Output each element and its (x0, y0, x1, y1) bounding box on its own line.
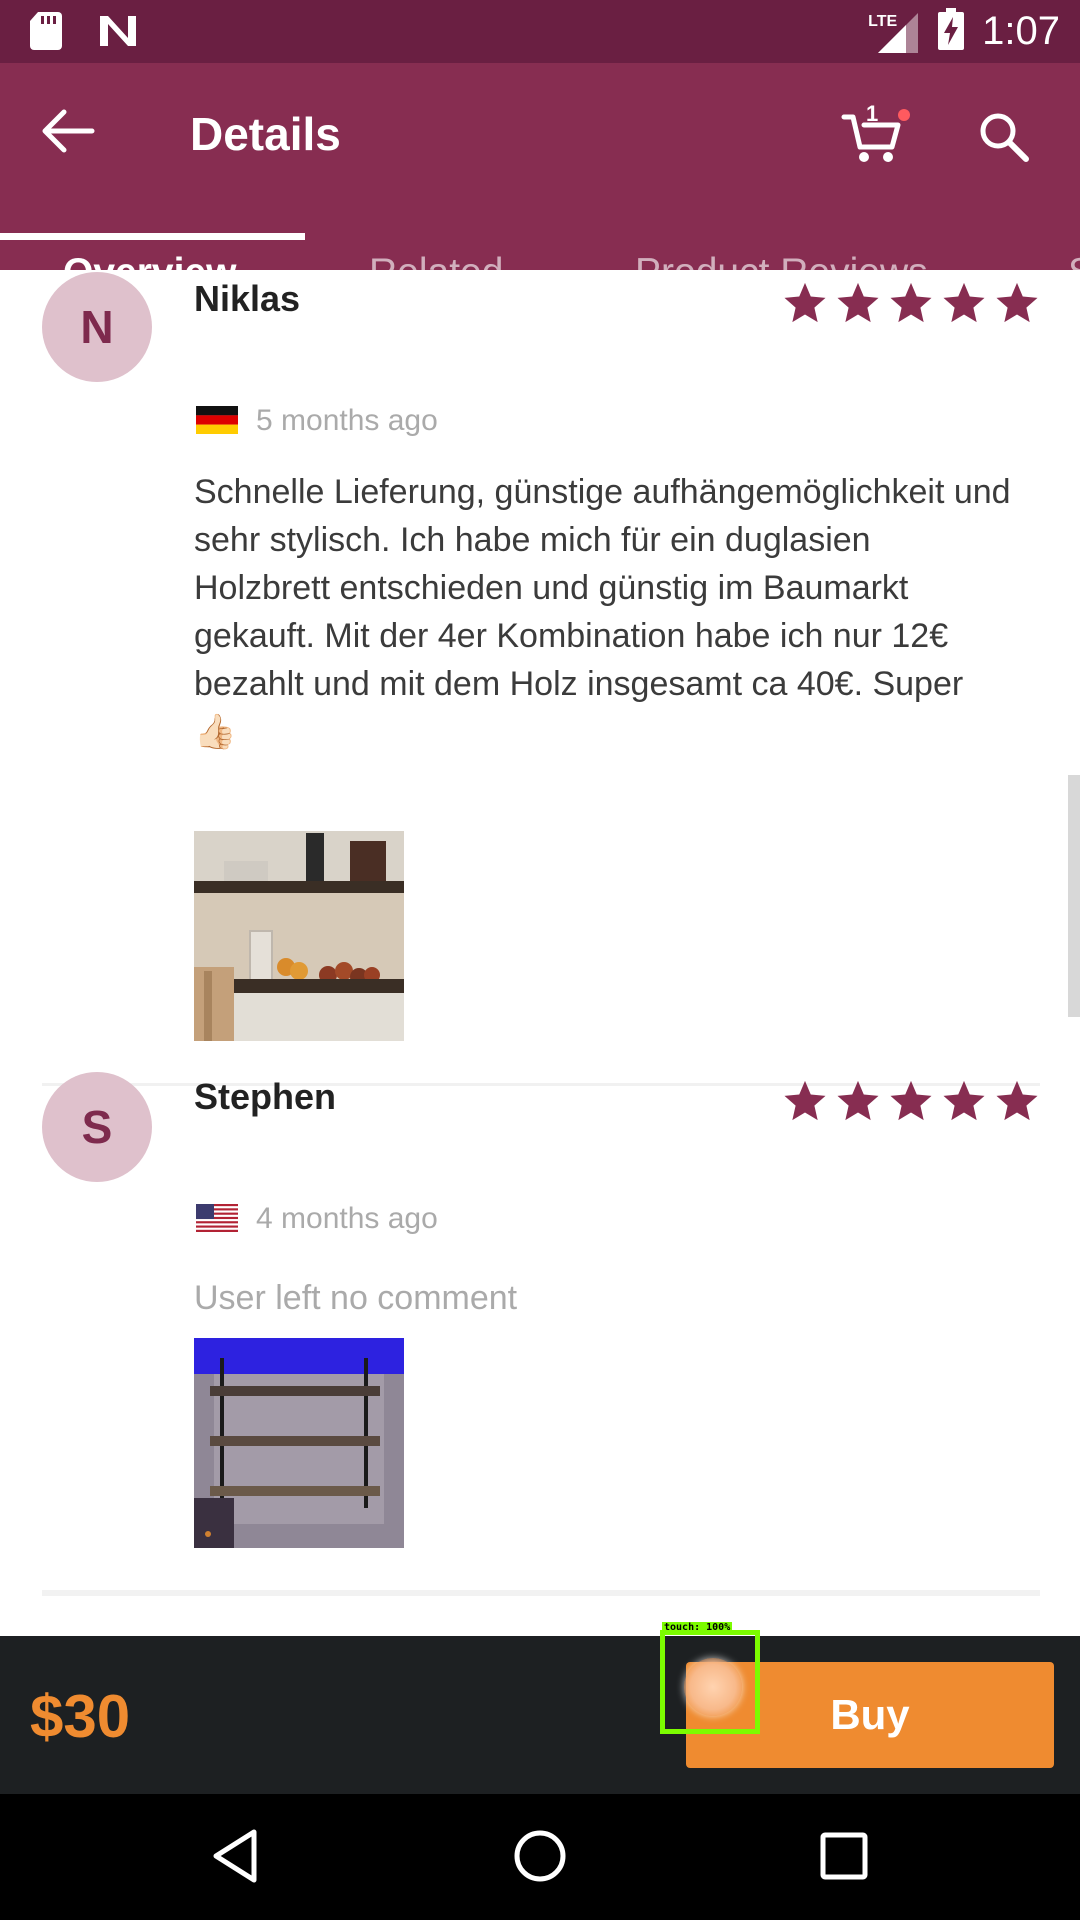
lte-signal-icon: LTE (868, 9, 920, 55)
star-icon (837, 1080, 879, 1121)
review-text: Schnelle Lieferung, günstige aufhängemög… (194, 473, 1011, 751)
reviewer-name: Stephen (194, 1076, 337, 1117)
usa-flag-icon (196, 1204, 238, 1232)
star-rating (782, 280, 1040, 326)
star-icon (784, 282, 826, 323)
status-bar: LTE 1:07 (0, 0, 1080, 63)
review-photo[interactable] (194, 831, 404, 1041)
review-time: 4 months ago (256, 1202, 438, 1235)
battery-charging-icon (938, 8, 965, 55)
star-icon (943, 282, 985, 323)
nav-recents-icon[interactable] (814, 1826, 874, 1886)
nav-back-icon[interactable] (206, 1826, 266, 1886)
reviews-list[interactable]: N Niklas 5 months ago Schnelle Lieferung… (0, 270, 1080, 1636)
touch-point (684, 1658, 742, 1716)
star-icon (890, 1080, 932, 1121)
review-photo[interactable] (194, 1338, 404, 1548)
scrollbar[interactable] (1068, 775, 1080, 1017)
review-divider (42, 1590, 1040, 1596)
search-icon[interactable] (978, 111, 1030, 163)
avatar: S (42, 1072, 152, 1182)
star-rating (782, 1078, 1040, 1124)
back-arrow-icon[interactable] (40, 109, 100, 153)
germany-flag-icon (196, 406, 238, 434)
page-title: Details (190, 108, 341, 160)
reviewer-name: Niklas (194, 278, 301, 319)
buy-bar: $30 Buy (0, 1636, 1080, 1794)
touch-indicator-label: touch: 100% (662, 1622, 733, 1633)
price: $30 (30, 1683, 131, 1750)
star-icon (837, 282, 879, 323)
app-bar: Details 1 Overview Related Product Revie… (0, 63, 1080, 294)
star-icon (996, 282, 1038, 323)
sd-card-icon (30, 12, 62, 55)
nav-home-icon[interactable] (510, 1826, 570, 1886)
star-icon (784, 1080, 826, 1121)
cart-notification-dot (898, 109, 910, 121)
review-text: User left no comment (194, 1279, 518, 1317)
star-icon (890, 282, 932, 323)
n-notification-icon (98, 14, 138, 53)
cart-count-badge: 1 (866, 101, 879, 126)
active-tab-indicator (0, 233, 305, 240)
review-time: 5 months ago (256, 404, 438, 437)
avatar: N (42, 272, 152, 382)
star-icon (996, 1080, 1038, 1121)
star-icon (943, 1080, 985, 1121)
navigation-bar (0, 1794, 1080, 1920)
status-time: 1:07 (982, 9, 1060, 53)
